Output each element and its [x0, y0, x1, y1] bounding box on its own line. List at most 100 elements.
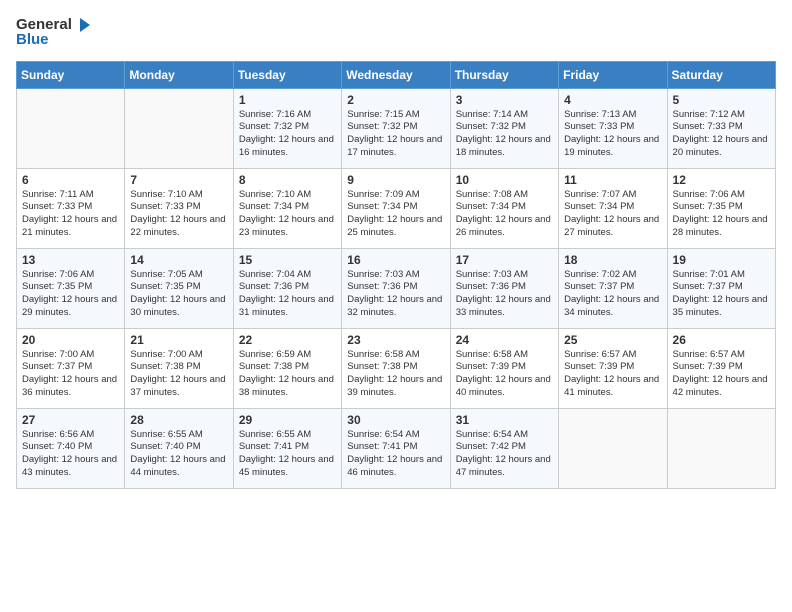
calendar-cell: 7Sunrise: 7:10 AM Sunset: 7:33 PM Daylig…	[125, 168, 233, 248]
calendar-cell: 2 Sunrise: 7:15 AM Sunset: 7:32 PM Daylig…	[342, 88, 450, 168]
cell-info: Sunrise: 7:06 AM Sunset: 7:35 PM Dayligh…	[673, 189, 770, 240]
day-number: 26	[673, 333, 770, 347]
day-number: 15	[239, 253, 336, 267]
cell-info: Sunrise: 7:12 AM Sunset: 7:33 PM Dayligh…	[673, 109, 770, 160]
calendar-cell: 25Sunrise: 6:57 AM Sunset: 7:39 PM Dayli…	[559, 328, 667, 408]
calendar-cell: 18Sunrise: 7:02 AM Sunset: 7:37 PM Dayli…	[559, 248, 667, 328]
calendar-week-4: 20 Sunrise: 7:00 AM Sunset: 7:37 PM Dayli…	[17, 328, 776, 408]
calendar-cell: 23 Sunrise: 6:58 AM Sunset: 7:38 PM Dayli…	[342, 328, 450, 408]
day-number: 19	[673, 253, 770, 267]
cell-info: Sunrise: 7:06 AM Sunset: 7:35 PM Dayligh…	[22, 269, 119, 320]
day-number: 30	[347, 413, 444, 427]
day-number: 13	[22, 253, 119, 267]
day-number: 28	[130, 413, 227, 427]
calendar-cell	[667, 408, 775, 488]
calendar-cell: 1 Sunrise: 7:16 AM Sunset: 7:32 PM Daylig…	[233, 88, 341, 168]
cell-info: Sunrise: 7:13 AM Sunset: 7:33 PM Dayligh…	[564, 109, 661, 160]
cell-info: Sunrise: 7:07 AM Sunset: 7:34 PM Dayligh…	[564, 189, 661, 240]
cell-info: Sunrise: 7:09 AM Sunset: 7:34 PM Dayligh…	[347, 189, 444, 240]
day-number: 24	[456, 333, 553, 347]
header-tuesday: Tuesday	[233, 61, 341, 88]
day-number: 6	[22, 173, 119, 187]
cell-info: Sunrise: 7:10 AM Sunset: 7:34 PM Dayligh…	[239, 189, 336, 240]
calendar-table: SundayMondayTuesdayWednesdayThursdayFrid…	[16, 61, 776, 489]
cell-info: Sunrise: 6:55 AM Sunset: 7:41 PM Dayligh…	[239, 429, 336, 480]
cell-info: Sunrise: 6:58 AM Sunset: 7:39 PM Dayligh…	[456, 349, 553, 400]
calendar-cell: 20 Sunrise: 7:00 AM Sunset: 7:37 PM Dayli…	[17, 328, 125, 408]
cell-info: Sunrise: 6:58 AM Sunset: 7:38 PM Dayligh…	[347, 349, 444, 400]
page-header: General Blue	[16, 16, 776, 49]
header-saturday: Saturday	[667, 61, 775, 88]
cell-info: Sunrise: 7:08 AM Sunset: 7:34 PM Dayligh…	[456, 189, 553, 240]
calendar-cell: 28 Sunrise: 6:55 AM Sunset: 7:40 PM Dayli…	[125, 408, 233, 488]
day-number: 14	[130, 253, 227, 267]
day-number: 17	[456, 253, 553, 267]
day-number: 4	[564, 93, 661, 107]
calendar-cell: 13 Sunrise: 7:06 AM Sunset: 7:35 PM Dayli…	[17, 248, 125, 328]
calendar-week-2: 6 Sunrise: 7:11 AM Sunset: 7:33 PM Daylig…	[17, 168, 776, 248]
calendar-cell	[559, 408, 667, 488]
day-number: 21	[130, 333, 227, 347]
day-number: 22	[239, 333, 336, 347]
calendar-cell: 4 Sunrise: 7:13 AM Sunset: 7:33 PM Daylig…	[559, 88, 667, 168]
calendar-cell: 11 Sunrise: 7:07 AM Sunset: 7:34 PM Dayli…	[559, 168, 667, 248]
day-number: 10	[456, 173, 553, 187]
calendar-cell: 15 Sunrise: 7:04 AM Sunset: 7:36 PM Dayli…	[233, 248, 341, 328]
calendar-cell: 9 Sunrise: 7:09 AM Sunset: 7:34 PM Daylig…	[342, 168, 450, 248]
calendar-cell: 19 Sunrise: 7:01 AM Sunset: 7:37 PM Dayli…	[667, 248, 775, 328]
day-number: 1	[239, 93, 336, 107]
cell-info: Sunrise: 7:03 AM Sunset: 7:36 PM Dayligh…	[347, 269, 444, 320]
day-number: 8	[239, 173, 336, 187]
calendar-cell: 30 Sunrise: 6:54 AM Sunset: 7:41 PM Dayli…	[342, 408, 450, 488]
calendar-week-1: 1 Sunrise: 7:16 AM Sunset: 7:32 PM Daylig…	[17, 88, 776, 168]
header-wednesday: Wednesday	[342, 61, 450, 88]
day-number: 29	[239, 413, 336, 427]
cell-info: Sunrise: 7:03 AM Sunset: 7:36 PM Dayligh…	[456, 269, 553, 320]
calendar-cell: 26 Sunrise: 6:57 AM Sunset: 7:39 PM Dayli…	[667, 328, 775, 408]
cell-info: Sunrise: 6:54 AM Sunset: 7:41 PM Dayligh…	[347, 429, 444, 480]
day-number: 27	[22, 413, 119, 427]
cell-info: Sunrise: 7:11 AM Sunset: 7:33 PM Dayligh…	[22, 189, 119, 240]
calendar-cell: 6 Sunrise: 7:11 AM Sunset: 7:33 PM Daylig…	[17, 168, 125, 248]
day-number: 31	[456, 413, 553, 427]
day-number: 23	[347, 333, 444, 347]
calendar-cell: 8 Sunrise: 7:10 AM Sunset: 7:34 PM Daylig…	[233, 168, 341, 248]
cell-info: Sunrise: 7:15 AM Sunset: 7:32 PM Dayligh…	[347, 109, 444, 160]
cell-info: Sunrise: 7:16 AM Sunset: 7:32 PM Dayligh…	[239, 109, 336, 160]
day-number: 3	[456, 93, 553, 107]
calendar-cell: 16Sunrise: 7:03 AM Sunset: 7:36 PM Dayli…	[342, 248, 450, 328]
day-number: 20	[22, 333, 119, 347]
cell-info: Sunrise: 7:05 AM Sunset: 7:35 PM Dayligh…	[130, 269, 227, 320]
calendar-cell: 22Sunrise: 6:59 AM Sunset: 7:38 PM Dayli…	[233, 328, 341, 408]
cell-info: Sunrise: 6:57 AM Sunset: 7:39 PM Dayligh…	[673, 349, 770, 400]
calendar-cell: 14 Sunrise: 7:05 AM Sunset: 7:35 PM Dayli…	[125, 248, 233, 328]
cell-info: Sunrise: 7:14 AM Sunset: 7:32 PM Dayligh…	[456, 109, 553, 160]
logo-text: General Blue	[16, 16, 92, 49]
calendar-header-row: SundayMondayTuesdayWednesdayThursdayFrid…	[17, 61, 776, 88]
cell-info: Sunrise: 7:01 AM Sunset: 7:37 PM Dayligh…	[673, 269, 770, 320]
calendar-cell	[125, 88, 233, 168]
cell-info: Sunrise: 7:04 AM Sunset: 7:36 PM Dayligh…	[239, 269, 336, 320]
calendar-cell: 10 Sunrise: 7:08 AM Sunset: 7:34 PM Dayli…	[450, 168, 558, 248]
calendar-cell	[17, 88, 125, 168]
day-number: 5	[673, 93, 770, 107]
cell-info: Sunrise: 6:55 AM Sunset: 7:40 PM Dayligh…	[130, 429, 227, 480]
calendar-cell: 31Sunrise: 6:54 AM Sunset: 7:42 PM Dayli…	[450, 408, 558, 488]
calendar-cell: 5 Sunrise: 7:12 AM Sunset: 7:33 PM Daylig…	[667, 88, 775, 168]
day-number: 2	[347, 93, 444, 107]
day-number: 18	[564, 253, 661, 267]
calendar-cell: 29 Sunrise: 6:55 AM Sunset: 7:41 PM Dayli…	[233, 408, 341, 488]
cell-info: Sunrise: 6:56 AM Sunset: 7:40 PM Dayligh…	[22, 429, 119, 480]
logo-blue: Blue	[16, 32, 92, 49]
header-monday: Monday	[125, 61, 233, 88]
header-friday: Friday	[559, 61, 667, 88]
calendar-week-5: 27 Sunrise: 6:56 AM Sunset: 7:40 PM Dayli…	[17, 408, 776, 488]
calendar-cell: 12Sunrise: 7:06 AM Sunset: 7:35 PM Dayli…	[667, 168, 775, 248]
calendar-cell: 21 Sunrise: 7:00 AM Sunset: 7:38 PM Dayli…	[125, 328, 233, 408]
day-number: 9	[347, 173, 444, 187]
calendar-cell: 17 Sunrise: 7:03 AM Sunset: 7:36 PM Dayli…	[450, 248, 558, 328]
cell-info: Sunrise: 7:00 AM Sunset: 7:37 PM Dayligh…	[22, 349, 119, 400]
cell-info: Sunrise: 7:00 AM Sunset: 7:38 PM Dayligh…	[130, 349, 227, 400]
cell-info: Sunrise: 6:57 AM Sunset: 7:39 PM Dayligh…	[564, 349, 661, 400]
day-number: 11	[564, 173, 661, 187]
